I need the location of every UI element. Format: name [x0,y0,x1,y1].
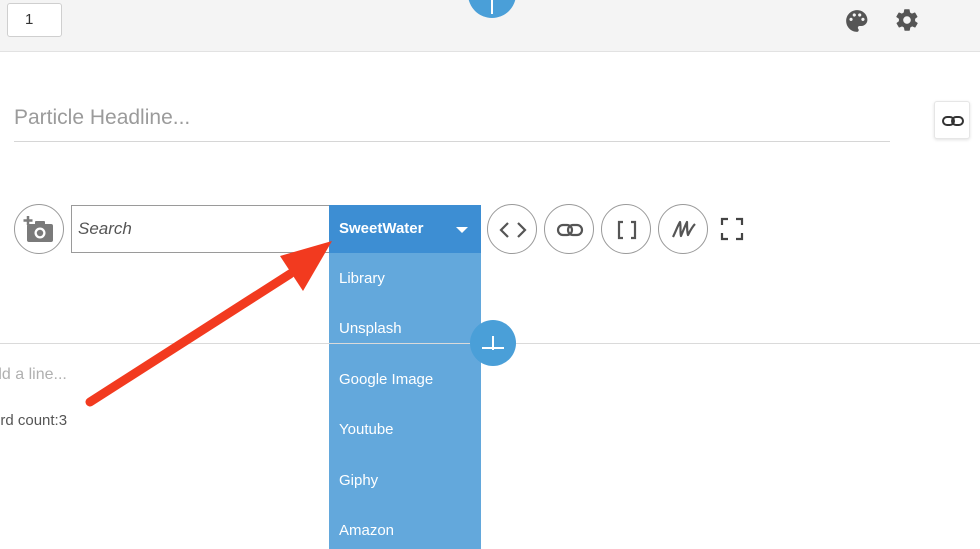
fullscreen-icon[interactable] [719,216,745,242]
annotation-arrow [85,241,332,407]
headline-link-button[interactable] [934,101,970,139]
caret-down-icon [456,227,468,233]
add-photo-button[interactable] [14,204,64,254]
embed-link-button[interactable] [544,204,594,254]
plus-icon [491,0,493,14]
brackets-icon [617,220,637,240]
dropdown-item-library[interactable]: Library [339,270,385,287]
media-source-dropdown: Library Unsplash Google Image Youtube Gi… [329,253,481,549]
selected-source-label: SweetWater [339,220,424,237]
signature-button[interactable] [658,204,708,254]
add-block-top-button[interactable] [468,0,516,18]
top-bar: 1 [0,0,980,52]
embed-code-button[interactable] [487,204,537,254]
word-count: ord count:3 [0,412,68,429]
dropdown-item-youtube[interactable]: Youtube [339,421,394,438]
headline-input[interactable] [14,94,890,142]
gear-icon[interactable] [894,7,920,33]
brackets-button[interactable] [601,204,651,254]
media-search-input[interactable] [71,205,331,253]
code-icon [499,222,527,238]
dropdown-item-amazon[interactable]: Amazon [339,522,394,539]
link-icon [556,223,584,237]
dropdown-item-giphy[interactable]: Giphy [339,472,378,489]
plus-icon-vertical [492,336,494,350]
media-source-select[interactable]: SweetWater [329,205,481,253]
page-number-field[interactable]: 1 [7,3,62,37]
editor-page: 1 SweetWater [0,0,980,549]
palette-icon[interactable] [844,8,870,34]
add-block-button[interactable] [470,320,516,366]
link-icon [942,116,964,126]
dropdown-item-unsplash[interactable]: Unsplash [339,320,402,337]
add-photo-icon [23,216,53,242]
signature-icon [672,220,696,238]
add-line-placeholder[interactable]: dd a line... [0,366,67,384]
dropdown-item-google-image[interactable]: Google Image [339,371,433,388]
